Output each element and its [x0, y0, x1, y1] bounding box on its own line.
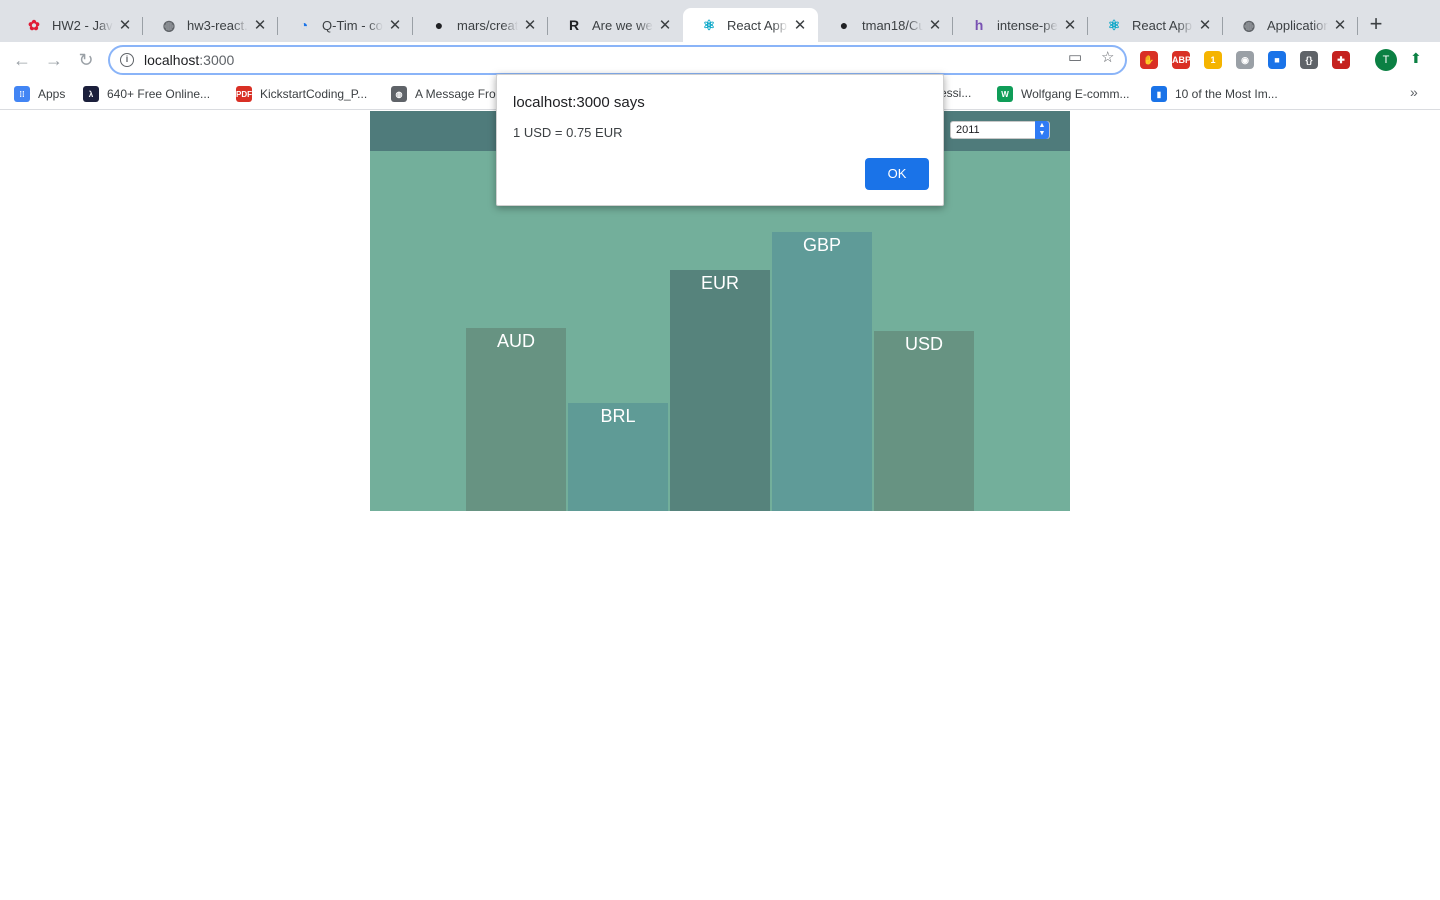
bookmark-label: KickstartCoding_P...: [260, 87, 368, 101]
browser-tab[interactable]: ◔ Q-Tim - coh✕: [278, 8, 413, 42]
year-select[interactable]: 2011 ▲ ▼: [950, 121, 1050, 139]
close-tab-icon[interactable]: ✕: [657, 16, 673, 34]
heroku-icon: h: [974, 17, 984, 33]
site-info-icon[interactable]: i: [120, 53, 134, 67]
tab-title: Are we web: [592, 17, 653, 33]
update-icon[interactable]: ⬆: [1410, 50, 1422, 67]
close-tab-icon[interactable]: ✕: [117, 16, 133, 34]
bar-label: GBP: [802, 235, 841, 255]
alert-dialog: localhost:3000 says 1 USD = 0.75 EUR OK: [496, 74, 944, 206]
tab-title: Q-Tim - coh: [322, 17, 383, 33]
pdf-icon: PDF: [236, 86, 252, 102]
tab-title: hw3-react.p: [187, 17, 248, 33]
chart-icon: ▮: [1151, 86, 1167, 102]
github-icon: ●: [434, 17, 444, 33]
bookmark-item[interactable]: ⁞⁞ Apps: [14, 86, 65, 102]
puzzle-extension-icon[interactable]: ✚: [1332, 51, 1350, 69]
close-tab-icon[interactable]: ✕: [792, 16, 808, 34]
notes-extension-icon[interactable]: 1: [1204, 51, 1222, 69]
tab-title: intense-pea: [997, 17, 1058, 33]
browser-tab[interactable]: ⚛ React App ✕: [683, 8, 818, 42]
bookmark-label: essi...: [940, 86, 972, 100]
tab-title: HW2 - Javas: [52, 17, 113, 33]
tab-title: mars/create: [457, 17, 518, 33]
tab-title: React App: [727, 17, 787, 33]
back-icon[interactable]: ←: [12, 50, 32, 70]
alert-title: localhost:3000 says: [513, 94, 645, 111]
browser-tab[interactable]: ◍ hw3-react.p✕: [143, 8, 278, 42]
browser-tab[interactable]: ⚛ React App ✕: [1088, 8, 1223, 42]
red-dots-icon: ✿: [28, 16, 40, 33]
bookmark-extension-icon[interactable]: ■: [1268, 51, 1286, 69]
apps-grid-icon: ⁞⁞: [14, 86, 30, 102]
tab-title: React App: [1132, 17, 1192, 33]
year-select-value: 2011: [956, 124, 980, 136]
bookmark-label: Apps: [38, 87, 66, 101]
chart-bar-eur: EUR: [670, 270, 770, 511]
new-tab-button[interactable]: +: [1364, 12, 1388, 36]
react-icon: ⚛: [1107, 16, 1121, 33]
browser-tab[interactable]: h intense-pea✕: [953, 8, 1088, 42]
globe-icon: ◍: [162, 16, 176, 33]
close-tab-icon[interactable]: ✕: [522, 16, 538, 34]
address-url[interactable]: localhost:3000: [144, 52, 234, 68]
close-tab-icon[interactable]: ✕: [1197, 16, 1213, 34]
profile-avatar[interactable]: T: [1375, 49, 1397, 71]
github-icon: ●: [839, 17, 849, 33]
bar-label: AUD: [496, 331, 535, 351]
browser-tab-strip: ✿HW2 - Javas✕◍hw3-react.p✕◔Q-Tim - coh✕●…: [0, 0, 1440, 42]
close-tab-icon[interactable]: ✕: [387, 16, 403, 34]
bookmark-label: Wolfgang E-comm...: [1021, 87, 1130, 101]
reload-icon[interactable]: ↻: [76, 50, 96, 70]
close-tab-icon[interactable]: ✕: [252, 16, 268, 34]
adblock-extension-icon[interactable]: ABP: [1172, 51, 1191, 69]
browser-tab[interactable]: R Are we web✕: [548, 8, 683, 42]
bookmark-item[interactable]: W Wolfgang E-comm...: [997, 86, 1129, 102]
hand-extension-icon[interactable]: ✋: [1140, 51, 1158, 69]
bookmark-item[interactable]: essi...: [940, 86, 971, 100]
bookmark-label: 640+ Free Online...: [107, 87, 211, 101]
bookmark-item[interactable]: ▮ 10 of the Most Im...: [1151, 86, 1278, 102]
bar-label: BRL: [600, 406, 636, 426]
bookmark-item[interactable]: λ 640+ Free Online...: [83, 86, 210, 102]
chart-bar-brl: BRL: [568, 403, 668, 511]
browser-tab[interactable]: ✿ HW2 - Javas✕: [8, 8, 143, 42]
tab-separator: [1357, 17, 1358, 35]
tab-title: Application: [1267, 17, 1328, 33]
rust-icon: R: [568, 17, 580, 33]
browser-tab[interactable]: ● mars/create✕: [413, 8, 548, 42]
globe-icon: ◍: [391, 86, 407, 102]
code-extension-icon[interactable]: {}: [1300, 51, 1318, 69]
close-tab-icon[interactable]: ✕: [927, 16, 943, 34]
globe-icon: ◍: [1242, 16, 1256, 33]
bookmark-item[interactable]: ◍ A Message Fro: [391, 86, 496, 102]
bookmark-star-icon[interactable]: ☆: [1101, 48, 1114, 66]
cast-icon[interactable]: ▭: [1068, 48, 1082, 66]
q-tim-icon: ◔: [299, 17, 309, 33]
ok-button[interactable]: OK: [865, 158, 929, 190]
bar-label: USD: [904, 334, 943, 354]
bookmark-label: A Message Fro: [415, 87, 496, 101]
close-tab-icon[interactable]: ✕: [1062, 16, 1078, 34]
react-icon: ⚛: [702, 16, 716, 33]
select-arrows-icon: ▲ ▼: [1035, 121, 1049, 139]
chart-bar-usd: USD: [874, 331, 974, 511]
browser-toolbar: ← → ↻ i localhost:3000 ▭ ☆: [0, 42, 1440, 78]
forward-icon[interactable]: →: [44, 50, 64, 70]
alert-message: 1 USD = 0.75 EUR: [513, 125, 623, 140]
bookmark-label: 10 of the Most Im...: [1175, 87, 1278, 101]
tab-title: tman18/Curr: [862, 17, 923, 33]
browser-tab[interactable]: ◍ Application ✕: [1223, 8, 1358, 42]
browser-tab[interactable]: ● tman18/Curr✕: [818, 8, 953, 42]
chart-bar-aud: AUD: [466, 328, 566, 511]
bookmarks-overflow-button[interactable]: »: [1410, 84, 1418, 100]
bar-label: EUR: [700, 273, 739, 293]
close-tab-icon[interactable]: ✕: [1332, 16, 1348, 34]
camera-extension-icon[interactable]: ◉: [1236, 51, 1254, 69]
bookmark-item[interactable]: PDF KickstartCoding_P...: [236, 86, 367, 102]
chart-bar-gbp: GBP: [772, 232, 872, 511]
lambda-icon: λ: [83, 86, 99, 102]
wolfgang-icon: W: [997, 86, 1013, 102]
address-bar[interactable]: i localhost:3000: [108, 45, 1127, 75]
